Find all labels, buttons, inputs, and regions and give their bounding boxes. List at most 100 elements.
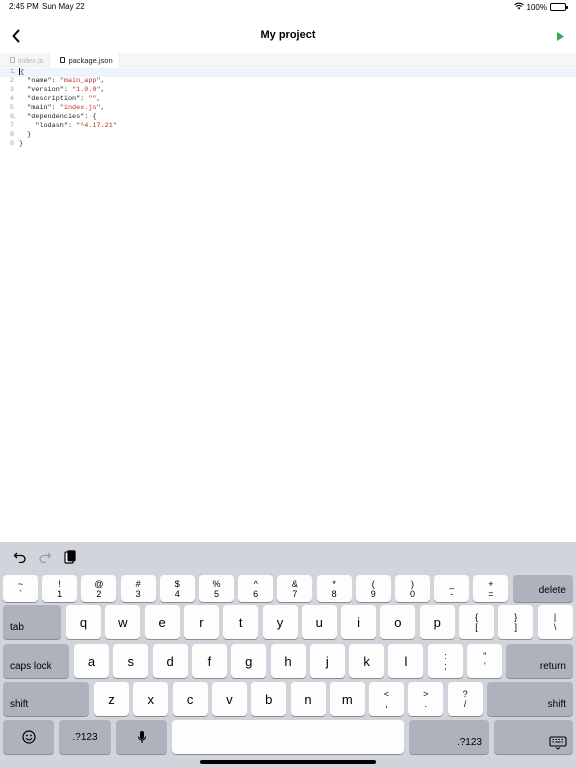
code-editor[interactable]: 1 ⌄{2 "name": "main_app", 3 "version": "1.…	[0, 68, 576, 542]
key-symbol[interactable]: :;	[428, 644, 463, 678]
code-line[interactable]: 6 ⌄ "dependencies": {	[0, 113, 576, 122]
key-label: .?123	[456, 737, 482, 748]
key-symbol[interactable]: $4	[159, 575, 195, 602]
key-symbol[interactable]: _ -	[434, 575, 470, 602]
return-key[interactable]: return	[506, 644, 573, 678]
key-symbol[interactable]: ? /	[447, 682, 483, 716]
key-n[interactable]: n	[290, 682, 326, 716]
key-h[interactable]: h	[270, 644, 306, 678]
key-label: u	[315, 614, 323, 630]
key-t[interactable]: t	[223, 605, 259, 639]
key-symbol[interactable]: {[	[459, 605, 494, 639]
code-token: "lodash":	[19, 122, 77, 130]
key-f[interactable]: f	[191, 644, 227, 678]
key-symbol[interactable]: }]	[498, 605, 534, 639]
key-symbol[interactable]: ! 1	[42, 575, 78, 602]
tab-package-json[interactable]: package.json	[49, 53, 120, 67]
code-line[interactable]: 9}	[0, 140, 576, 149]
key-w[interactable]: w	[105, 605, 141, 639]
tab-index-js[interactable]: index.js	[0, 53, 49, 67]
key-symbol[interactable]: " '	[467, 644, 503, 678]
key-label: m	[341, 691, 353, 707]
string-token: "^4.17.21"	[76, 122, 117, 130]
key-i[interactable]: i	[341, 605, 377, 639]
key-shift-symbol: !	[58, 578, 61, 589]
key-j[interactable]: j	[309, 644, 345, 678]
fold-chevron-icon[interactable]: ⌄	[13, 68, 16, 77]
emoji-key[interactable]	[3, 720, 54, 754]
space-bar[interactable]	[172, 720, 404, 754]
key-symbol[interactable]: & 7	[277, 575, 313, 602]
key-k[interactable]: k	[349, 644, 385, 678]
key-e[interactable]: e	[144, 605, 180, 639]
key-symbol[interactable]: ~ `	[3, 575, 38, 602]
key-z[interactable]: z	[94, 682, 129, 716]
code-line[interactable]: 8 }	[0, 131, 576, 140]
paste-button[interactable]	[61, 548, 79, 566]
key-label: c	[186, 691, 194, 707]
home-indicator[interactable]	[200, 760, 376, 764]
key-base-symbol: 2	[96, 588, 102, 599]
key-r[interactable]: r	[183, 605, 219, 639]
key-symbol[interactable]: (9	[355, 575, 391, 602]
code-line[interactable]: 1 ⌄{	[0, 68, 576, 77]
file-icon	[10, 57, 15, 63]
keyboard-dismiss-icon	[549, 736, 567, 750]
code-line[interactable]: 5 "main": "index.js",	[0, 104, 576, 113]
key-v[interactable]: v	[211, 682, 247, 716]
redo-button[interactable]	[36, 548, 54, 566]
status-bar: 2:45 PM Sun May 22 100%	[0, 0, 576, 14]
key-symbol[interactable]: ) 0	[395, 575, 430, 602]
key-shift-symbol: "	[483, 651, 487, 661]
key-d[interactable]: d	[152, 644, 188, 678]
delete-key[interactable]: delete	[513, 575, 573, 602]
shift-right-key[interactable]: shift	[487, 682, 573, 716]
key-symbol[interactable]: @2	[81, 575, 117, 602]
key-p[interactable]: p	[419, 605, 455, 639]
key-symbol[interactable]: ^ 6	[238, 575, 274, 602]
key-base-symbol: [	[475, 622, 478, 632]
key-s[interactable]: s	[113, 644, 149, 678]
code-line[interactable]: 2 "name": "main_app",	[0, 77, 576, 86]
key-symbol[interactable]: * 8	[316, 575, 352, 602]
undo-button[interactable]	[11, 548, 29, 566]
key-l[interactable]: l	[388, 644, 424, 678]
code-text: "dependencies": {	[19, 113, 96, 122]
code-line[interactable]: 4 "description": "",	[0, 95, 576, 104]
key-label: return	[539, 661, 566, 672]
tab-key[interactable]: tab	[3, 605, 61, 639]
code-token: ,	[100, 86, 105, 94]
fold-chevron-icon[interactable]: ⌄	[13, 113, 16, 122]
key-b[interactable]: b	[251, 682, 287, 716]
key-x[interactable]: x	[133, 682, 169, 716]
key-u[interactable]: u	[301, 605, 337, 639]
code-line[interactable]: 7 "lodash": "^4.17.21"	[0, 122, 576, 131]
key-symbol[interactable]: | \	[537, 605, 573, 639]
key-q[interactable]: q	[66, 605, 101, 639]
key-base-symbol: 7	[292, 588, 298, 599]
key-m[interactable]: m	[329, 682, 365, 716]
shift-left-key[interactable]: shift	[3, 682, 89, 716]
numbers-right-key[interactable]: .?123	[409, 720, 489, 754]
key-c[interactable]: c	[172, 682, 208, 716]
key-shift-symbol: @	[94, 578, 104, 589]
key-symbol[interactable]: <,	[369, 682, 404, 716]
dismiss-keyboard-key[interactable]	[494, 720, 573, 754]
line-number: 5	[9, 104, 14, 112]
code-text: {	[19, 68, 24, 77]
numbers-left-key[interactable]: .?123	[59, 720, 111, 754]
code-line[interactable]: 3 "version": "1.0.0",	[0, 86, 576, 95]
key-symbol[interactable]: + =	[473, 575, 509, 602]
key-a[interactable]: a	[74, 644, 109, 678]
key-base-symbol: ;	[444, 661, 447, 671]
key-symbol[interactable]: % 5	[199, 575, 234, 602]
dictation-key[interactable]	[116, 720, 167, 754]
caps-lock-key[interactable]: caps lock	[3, 644, 69, 678]
key-o[interactable]: o	[380, 605, 416, 639]
key-symbol[interactable]: >.	[408, 682, 444, 716]
key-base-symbol: ,	[385, 699, 388, 709]
key-y[interactable]: y	[262, 605, 298, 639]
run-button[interactable]	[550, 24, 570, 48]
key-symbol[interactable]: #3	[120, 575, 156, 602]
key-g[interactable]: g	[231, 644, 267, 678]
